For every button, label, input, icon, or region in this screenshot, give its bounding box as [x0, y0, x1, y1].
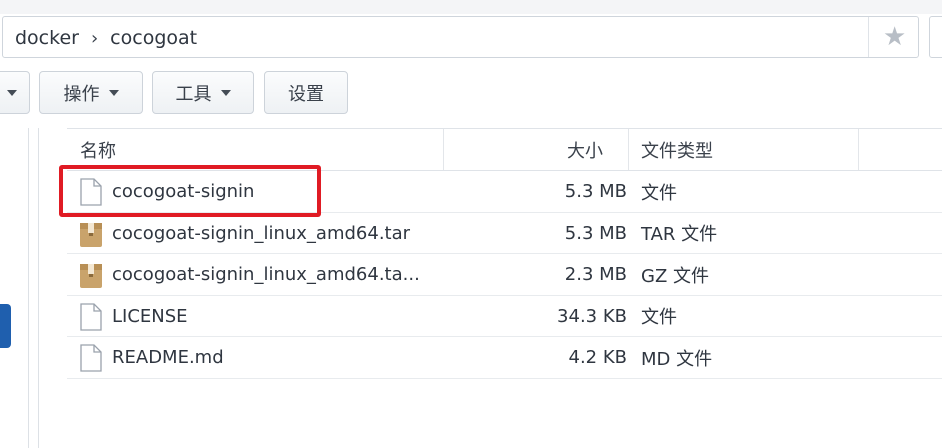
table-row[interactable]: README.md 4.2 KB MD 文件: [67, 337, 942, 379]
window-top-strip: [0, 0, 942, 14]
path-divider: [868, 17, 869, 57]
archive-icon: [80, 222, 102, 247]
breadcrumb-separator: ›: [90, 27, 99, 49]
file-type: TAR 文件: [641, 224, 718, 246]
chevron-down-icon: [7, 89, 17, 96]
path-bar[interactable]: docker › cocogoat ★: [2, 16, 919, 58]
file-type: MD 文件: [641, 348, 713, 370]
file-name: README.md: [112, 347, 224, 369]
table-row[interactable]: LICENSE 34.3 KB 文件: [67, 296, 942, 338]
file-type: GZ 文件: [641, 265, 710, 287]
breadcrumb: docker › cocogoat: [15, 17, 197, 59]
search-box-edge[interactable]: [929, 16, 942, 58]
breadcrumb-docker[interactable]: docker: [15, 27, 79, 49]
file-name: cocogoat-signin_linux_amd64.ta...: [112, 264, 420, 286]
file-name: cocogoat-signin_linux_amd64.tar: [112, 222, 411, 244]
file-name: LICENSE: [112, 305, 188, 327]
action-button[interactable]: 操作: [39, 71, 143, 114]
column-header-size[interactable]: 大小: [443, 129, 603, 170]
table-row[interactable]: cocogoat-signin_linux_amd64.ta... 2.3 MB…: [67, 254, 942, 296]
file-size: 4.2 KB: [568, 347, 628, 369]
table-row[interactable]: cocogoat-signin_linux_amd64.tar 5.3 MB T…: [67, 213, 942, 255]
settings-label: 设置: [288, 83, 324, 105]
selected-folder-marker: [0, 304, 11, 348]
create-dropdown-button[interactable]: [0, 71, 30, 114]
file-type: 文件: [641, 307, 677, 329]
file-icon: [80, 303, 102, 331]
column-divider[interactable]: [858, 129, 859, 170]
file-icon: [80, 344, 102, 373]
tools-button[interactable]: 工具: [152, 71, 254, 114]
file-size: 34.3 KB: [557, 305, 627, 327]
column-header-name[interactable]: 名称: [80, 129, 116, 170]
panel-splitter[interactable]: [38, 128, 39, 448]
panel-divider: [28, 128, 29, 448]
column-header-type[interactable]: 文件类型: [641, 129, 713, 170]
chevron-down-icon: [108, 89, 119, 96]
file-size: 2.3 MB: [564, 264, 627, 286]
tools-label: 工具: [175, 83, 212, 105]
settings-button[interactable]: 设置: [264, 71, 348, 114]
file-type: 文件: [641, 182, 677, 204]
file-size: 5.3 MB: [564, 181, 627, 202]
highlight-annotation-box: [59, 165, 321, 217]
action-label: 操作: [63, 83, 100, 105]
column-divider[interactable]: [628, 129, 629, 170]
archive-icon: [80, 264, 102, 289]
folder-tree-panel: [0, 128, 38, 448]
file-size: 5.3 MB: [564, 222, 627, 244]
chevron-down-icon: [220, 89, 231, 96]
breadcrumb-cocogoat[interactable]: cocogoat: [110, 27, 197, 49]
star-icon[interactable]: ★: [883, 23, 906, 51]
